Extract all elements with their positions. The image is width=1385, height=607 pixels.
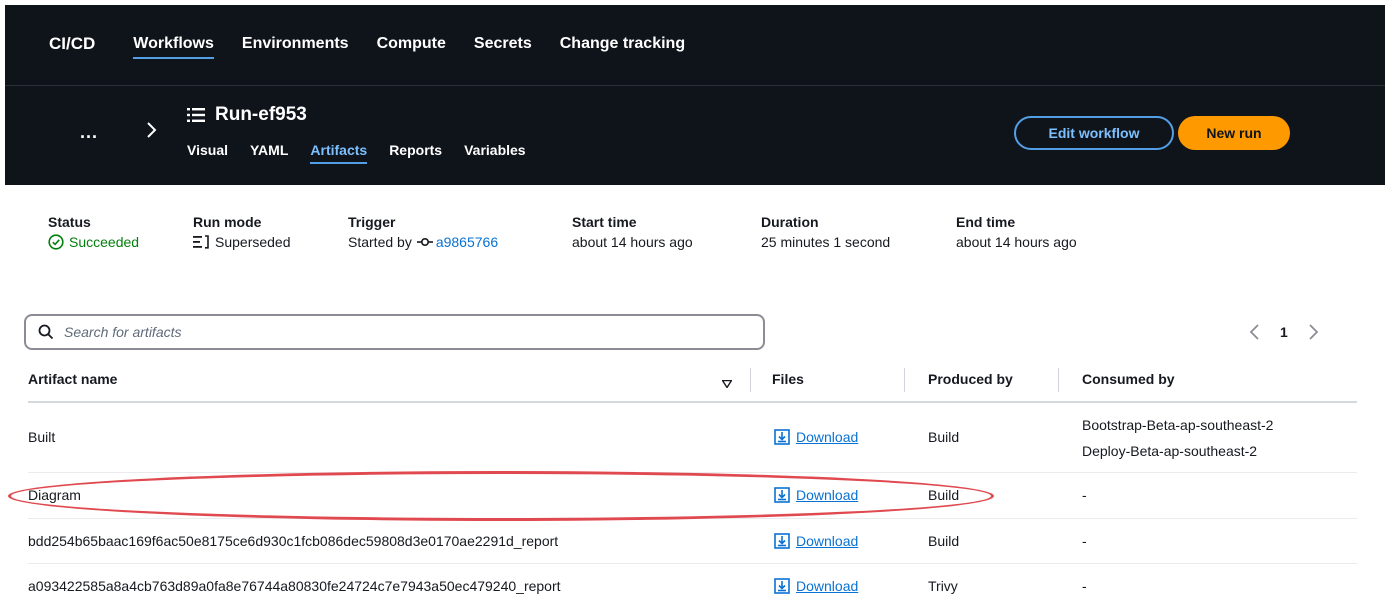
run-mode-label: Run mode: [193, 214, 262, 230]
tab-visual[interactable]: Visual: [187, 142, 228, 158]
commit-link[interactable]: a9865766: [436, 234, 498, 250]
artifact-name-cell: Diagram: [28, 487, 81, 503]
column-divider[interactable]: [904, 368, 905, 392]
tab-reports[interactable]: Reports: [389, 142, 442, 158]
new-run-button[interactable]: New run: [1178, 116, 1290, 150]
status-value: Succeeded: [48, 234, 139, 250]
consumed-by-cell: -: [1082, 487, 1087, 503]
trigger-value: Started by a9865766: [348, 234, 498, 250]
download-link[interactable]: Download: [774, 487, 858, 503]
nav-item-secrets[interactable]: Secrets: [474, 35, 532, 53]
row-divider: [28, 518, 1357, 519]
download-link[interactable]: Download: [774, 578, 858, 594]
download-icon: [774, 487, 790, 503]
workflow-list-icon: [187, 107, 205, 123]
run-tabs: Visual YAML Artifacts Reports Variables: [187, 142, 548, 164]
trigger-label: Trigger: [348, 214, 396, 230]
trigger-field: Trigger Started by a9865766: [348, 214, 498, 250]
sort-descending-icon[interactable]: [721, 375, 733, 389]
check-circle-icon: [48, 234, 64, 250]
end-time-field: End time about 14 hours ago: [956, 214, 1077, 250]
column-header-artifact-name[interactable]: Artifact name: [28, 371, 117, 387]
nav-item-compute[interactable]: Compute: [377, 35, 446, 53]
download-link[interactable]: Download: [774, 429, 858, 445]
produced-by-cell: Build: [928, 533, 960, 549]
consumed-by-cell: Bootstrap-Beta-ap-southeast-2: [1082, 417, 1274, 433]
run-mode-field: Run mode Superseded: [193, 214, 291, 250]
duration-value: 25 minutes 1 second: [761, 234, 891, 250]
consumed-by-cell: Deploy-Beta-ap-southeast-2: [1082, 443, 1258, 459]
nav-item-environments[interactable]: Environments: [242, 35, 349, 53]
previous-page-icon[interactable]: [1248, 322, 1262, 342]
status-value-text: Succeeded: [69, 234, 140, 250]
chevron-right-icon: [145, 120, 159, 140]
download-icon: [774, 533, 790, 549]
column-header-produced-by: Produced by: [928, 371, 1013, 387]
nav-brand[interactable]: CI/CD: [49, 34, 95, 54]
tab-artifacts[interactable]: Artifacts: [310, 142, 367, 164]
produced-by-cell: Build: [928, 487, 960, 503]
nav-item-workflows[interactable]: Workflows: [133, 35, 214, 59]
tab-variables[interactable]: Variables: [464, 142, 526, 158]
duration-field: Duration 25 minutes 1 second: [761, 214, 890, 250]
pagination: 1: [1248, 322, 1320, 342]
column-divider[interactable]: [750, 368, 751, 392]
download-link[interactable]: Download: [774, 533, 858, 549]
end-time-value: about 14 hours ago: [956, 234, 1077, 250]
duration-label: Duration: [761, 214, 819, 230]
start-time-label: Start time: [572, 214, 637, 230]
next-page-icon[interactable]: [1306, 322, 1320, 342]
row-divider: [28, 472, 1357, 473]
download-label: Download: [796, 533, 859, 549]
top-nav-bar: CI/CD Workflows Environments Compute Sec…: [5, 5, 1385, 85]
header-divider: [28, 401, 1357, 403]
artifact-name-cell: Built: [28, 429, 56, 445]
consumed-by-cell: -: [1082, 533, 1087, 549]
artifact-name-cell: bdd254b65baac169f6ac50e8175ce6d930c1fcb0…: [28, 533, 559, 549]
run-mode-value: Superseded: [193, 234, 291, 250]
end-time-label: End time: [956, 214, 1016, 230]
run-header: ... Run-ef953 Visual YAML Artifacts Repo…: [5, 85, 1385, 185]
artifact-name-cell: a093422585a8a4cb763d89a0fa8e76744a80830f…: [28, 578, 561, 594]
top-nav: CI/CD Workflows Environments Compute Sec…: [49, 32, 713, 59]
breadcrumb-ellipsis[interactable]: ...: [80, 122, 98, 143]
download-label: Download: [796, 487, 859, 503]
search-icon: [38, 324, 54, 340]
search-input[interactable]: [64, 324, 714, 340]
produced-by-cell: Build: [928, 429, 960, 445]
commit-icon: [416, 237, 433, 247]
download-icon: [774, 429, 790, 445]
produced-by-cell: Trivy: [928, 578, 958, 594]
edit-workflow-button[interactable]: Edit workflow: [1014, 116, 1174, 150]
status-label: Status: [48, 214, 91, 230]
search-box: [24, 314, 765, 350]
download-icon: [774, 578, 790, 594]
row-divider: [28, 563, 1357, 564]
start-time-value: about 14 hours ago: [572, 234, 693, 250]
start-time-field: Start time about 14 hours ago: [572, 214, 693, 250]
status-field: Status Succeeded: [48, 214, 139, 250]
page-title: Run-ef953: [187, 104, 307, 126]
column-divider[interactable]: [1058, 368, 1059, 392]
consumed-by-cell: -: [1082, 578, 1087, 594]
download-label: Download: [796, 429, 859, 445]
trigger-prefix: Started by: [348, 234, 412, 250]
download-label: Download: [796, 578, 859, 594]
column-header-files: Files: [772, 371, 804, 387]
superseded-icon: [193, 235, 209, 249]
run-title-text: Run-ef953: [215, 104, 307, 125]
column-header-consumed-by: Consumed by: [1082, 371, 1175, 387]
nav-item-change-tracking[interactable]: Change tracking: [560, 35, 685, 53]
page-number[interactable]: 1: [1280, 324, 1288, 340]
tab-yaml[interactable]: YAML: [250, 142, 288, 158]
run-mode-value-text: Superseded: [215, 234, 291, 250]
